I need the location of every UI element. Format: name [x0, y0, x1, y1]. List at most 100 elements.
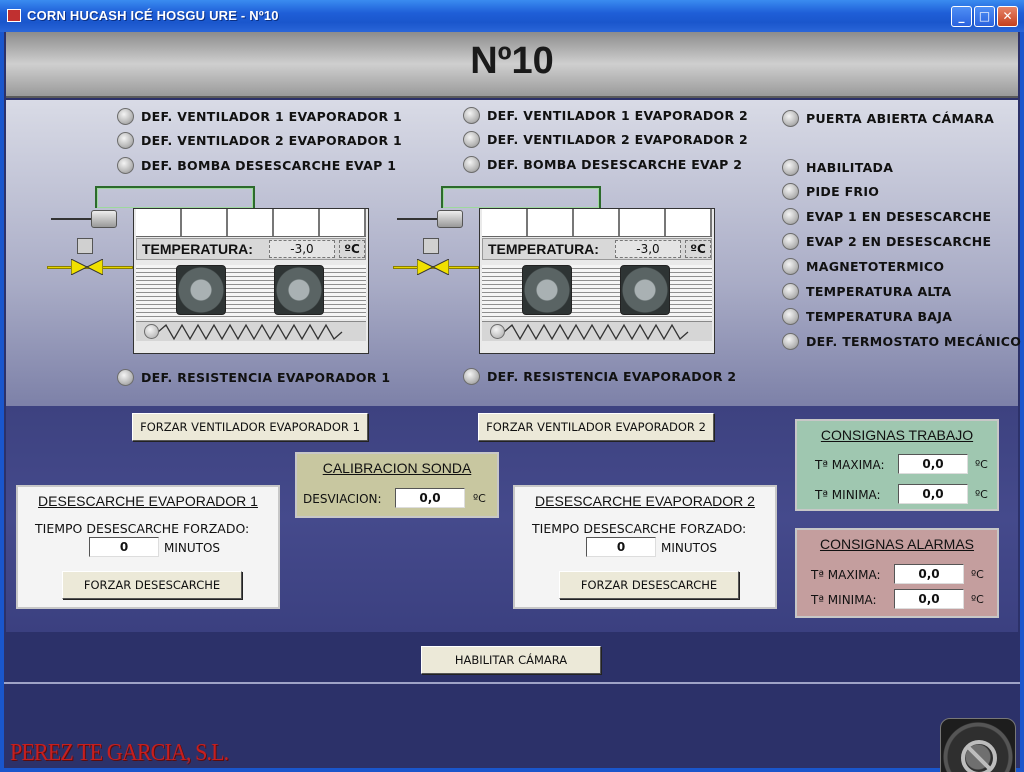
- work-setpoints-panel: CONSIGNAS TRABAJO Tª MAXIMA: 0,0 ºC Tª M…: [795, 419, 999, 511]
- led-icon: [782, 109, 799, 127]
- indicator-evap1-resistance: DEF. RESISTENCIA EVAPORADOR 1: [117, 367, 390, 387]
- led-icon: [463, 155, 480, 173]
- calibration-panel: CALIBRACION SONDA DESVIACION: 0,0 ºC: [295, 452, 499, 518]
- temperature-label: TEMPERATURA:: [142, 241, 253, 257]
- indicator-evap1-pump: DEF. BOMBA DESESCARCHE EVAP 1: [117, 155, 396, 175]
- work-min-temp-input[interactable]: 0,0: [898, 484, 968, 504]
- minutes-label: MINUTOS: [164, 541, 221, 555]
- alarm-setpoints-panel: CONSIGNAS ALARMAS Tª MAXIMA: 0,0 ºC Tª M…: [795, 528, 999, 618]
- heater-led-icon: [490, 324, 505, 339]
- evaporator-1-diagram: TEMPERATURA: -3,0 ºC: [47, 186, 371, 361]
- valve-actuator-icon: [423, 238, 439, 254]
- header-panel: Nº10: [6, 32, 1018, 98]
- status-area: DEF. VENTILADOR 1 EVAPORADOR 1 DEF. VENT…: [6, 100, 1021, 406]
- alarm-min-temp-input[interactable]: 0,0: [894, 589, 964, 609]
- min-temp-label: Tª MINIMA:: [815, 488, 881, 502]
- temperature-unit: ºC: [339, 240, 365, 258]
- pump-motor-icon: [91, 210, 117, 228]
- indicator-breaker: MAGNETOTERMICO: [782, 256, 944, 276]
- indicator-cold-request: PIDE FRIO: [782, 181, 879, 201]
- valve-icon: [71, 259, 103, 275]
- deviation-unit: ºC: [473, 492, 486, 505]
- led-icon: [463, 106, 480, 124]
- max-temp-label: Tª MAXIMA:: [815, 458, 885, 472]
- fan-icon: [274, 265, 324, 315]
- temperature-display: TEMPERATURA: -3,0 ºC: [136, 238, 366, 260]
- app-icon: [7, 9, 21, 22]
- minutes-label: MINUTOS: [661, 541, 718, 555]
- controls-area: FORZAR VENTILADOR EVAPORADOR 1 FORZAR VE…: [6, 406, 1018, 632]
- defrost-evap2-minutes-input[interactable]: 0: [586, 537, 656, 557]
- led-icon: [463, 367, 480, 385]
- temperature-value: -3,0: [269, 240, 335, 258]
- force-defrost-evap2-button[interactable]: FORZAR DESESCARCHE: [559, 571, 739, 599]
- valve-actuator-icon: [77, 238, 93, 254]
- indicator-evap1-fan2: DEF. VENTILADOR 2 EVAPORADOR 1: [117, 130, 402, 150]
- enable-camera-button[interactable]: HABILITAR CÁMARA: [421, 646, 601, 674]
- close-button[interactable]: ✕: [997, 6, 1018, 27]
- temp-unit: ºC: [971, 593, 984, 606]
- calibration-title: CALIBRACION SONDA: [322, 460, 472, 476]
- valve-icon: [417, 259, 449, 275]
- defrost-time-label: TIEMPO DESESCARCHE FORZADO:: [532, 521, 747, 536]
- camera-number: Nº10: [470, 40, 554, 82]
- led-icon: [782, 182, 799, 200]
- fan-icon: [522, 265, 572, 315]
- maximize-button[interactable]: □: [974, 6, 995, 27]
- indicator-evap2-defrost: EVAP 2 EN DESESCARCHE: [782, 231, 991, 251]
- stop-button[interactable]: [940, 718, 1016, 772]
- defrost-evap1-panel: DESESCARCHE EVAPORADOR 1 TIEMPO DESESCAR…: [16, 485, 280, 609]
- force-fan-evap1-button[interactable]: FORZAR VENTILADOR EVAPORADOR 1: [132, 413, 368, 441]
- led-icon: [782, 332, 799, 350]
- heater-led-icon: [144, 324, 159, 339]
- led-icon: [117, 368, 134, 386]
- stop-icon: [961, 740, 997, 772]
- evaporator-body: TEMPERATURA: -3,0 ºC: [133, 208, 369, 354]
- led-icon: [782, 207, 799, 225]
- indicator-door-open: PUERTA ABIERTA CÁMARA: [782, 108, 994, 128]
- pump-motor-icon: [437, 210, 463, 228]
- pipe: [95, 186, 255, 208]
- force-defrost-evap1-button[interactable]: FORZAR DESESCARCHE: [62, 571, 242, 599]
- led-icon: [117, 156, 134, 174]
- window-frame: [0, 768, 1024, 772]
- indicator-low-temp: TEMPERATURA BAJA: [782, 306, 952, 326]
- client-area: Nº10 DEF. VENTILADOR 1 EVAPORADOR 1 DEF.…: [4, 32, 1021, 772]
- pipe: [397, 218, 439, 220]
- indicator-evap1-defrost: EVAP 1 EN DESESCARCHE: [782, 206, 991, 226]
- work-setpoints-title: CONSIGNAS TRABAJO: [820, 427, 974, 443]
- temperature-value: -3,0: [615, 240, 681, 258]
- defrost-evap2-title: DESESCARCHE EVAPORADOR 2: [535, 493, 755, 509]
- defrost-evap1-minutes-input[interactable]: 0: [89, 537, 159, 557]
- temp-unit: ºC: [975, 458, 988, 471]
- deviation-input[interactable]: 0,0: [395, 488, 465, 508]
- window-titlebar: CORN HUCASH ICÉ HOSGU URE - Nº10 _ □ ✕: [0, 0, 1024, 32]
- pipe: [441, 186, 601, 208]
- led-icon: [463, 130, 480, 148]
- indicator-evap2-fan1: DEF. VENTILADOR 1 EVAPORADOR 2: [463, 105, 748, 125]
- window-frame: [1020, 32, 1024, 772]
- company-logo: PEREZ TE GARCIA, S.L.: [10, 740, 229, 766]
- force-fan-evap2-button[interactable]: FORZAR VENTILADOR EVAPORADOR 2: [478, 413, 714, 441]
- fan-icon: [620, 265, 670, 315]
- led-icon: [117, 131, 134, 149]
- fan-icon: [176, 265, 226, 315]
- minimize-button[interactable]: _: [951, 6, 972, 27]
- work-max-temp-input[interactable]: 0,0: [898, 454, 968, 474]
- indicator-evap2-fan2: DEF. VENTILADOR 2 EVAPORADOR 2: [463, 129, 748, 149]
- indicator-high-temp: TEMPERATURA ALTA: [782, 281, 951, 301]
- indicator-enabled: HABILITADA: [782, 157, 893, 177]
- temperature-unit: ºC: [685, 240, 711, 258]
- pipe: [51, 218, 93, 220]
- indicator-evap1-fan1: DEF. VENTILADOR 1 EVAPORADOR 1: [117, 106, 402, 126]
- window-title: CORN HUCASH ICÉ HOSGU URE - Nº10: [27, 8, 279, 23]
- led-icon: [782, 158, 799, 176]
- temperature-display: TEMPERATURA: -3,0 ºC: [482, 238, 712, 260]
- footer-area: HABILITAR CÁMARA PEREZ TE GARCIA, S.L.: [4, 632, 1020, 772]
- divider: [4, 682, 1020, 684]
- temp-unit: ºC: [971, 568, 984, 581]
- defrost-evap1-title: DESESCARCHE EVAPORADOR 1: [38, 493, 258, 509]
- led-icon: [782, 307, 799, 325]
- alarm-max-temp-input[interactable]: 0,0: [894, 564, 964, 584]
- evaporator-body: TEMPERATURA: -3,0 ºC: [479, 208, 715, 354]
